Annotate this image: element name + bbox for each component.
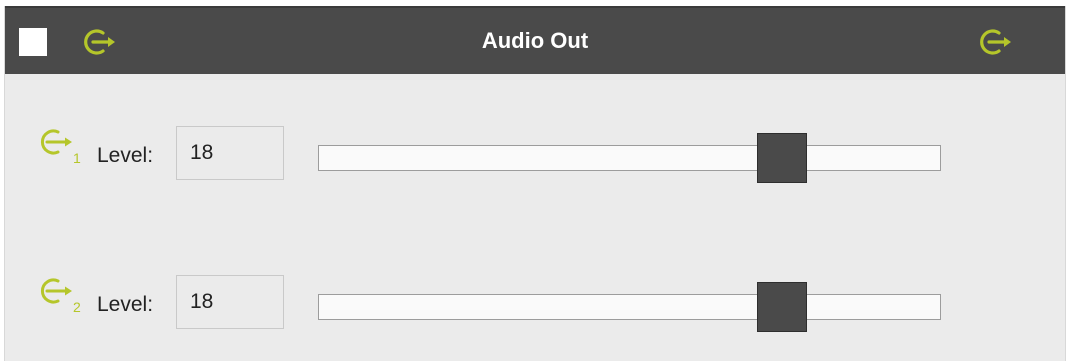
- output-channel-row: 2 Level: 18: [5, 275, 1065, 335]
- channel-number: 1: [73, 150, 81, 166]
- output-arrow-icon: [35, 126, 77, 166]
- title-bar: Audio Out: [5, 6, 1065, 74]
- window-title: Audio Out: [481, 28, 589, 53]
- output-arrow-icon[interactable]: [975, 26, 1015, 58]
- level-slider[interactable]: [318, 133, 941, 183]
- level-value-field[interactable]: 18: [176, 275, 284, 329]
- level-label: Level:: [97, 144, 154, 167]
- level-slider[interactable]: [318, 282, 941, 332]
- slider-thumb[interactable]: [757, 133, 808, 183]
- output-channel-row: 1 Level: 18: [5, 126, 1065, 186]
- channel-number: 2: [73, 299, 81, 315]
- level-value-field[interactable]: 18: [176, 126, 284, 180]
- output-arrow-icon: [35, 275, 77, 315]
- slider-thumb[interactable]: [757, 282, 808, 332]
- audio-out-panel: Audio Out 1 Level: 18 2 Level: 18: [4, 6, 1066, 361]
- level-label: Level:: [97, 293, 154, 316]
